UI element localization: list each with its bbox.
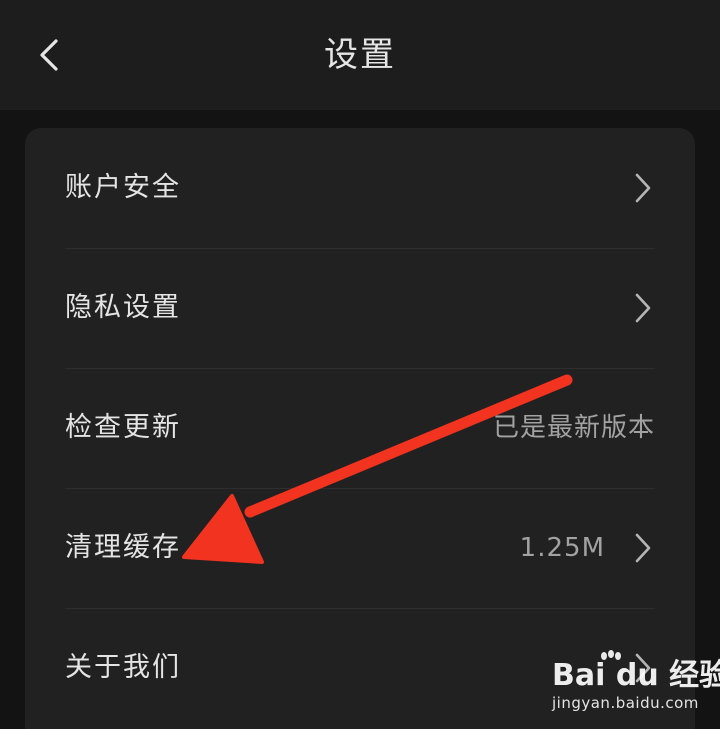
chevron-right-icon xyxy=(635,173,651,203)
chevron-right-icon xyxy=(635,653,651,683)
update-status-text: 已是最新版本 xyxy=(492,413,655,443)
settings-list: 账户安全 隐私设置 检查更新 已是最新版本 清理缓存 1.25M 关于我们 xyxy=(25,128,695,729)
settings-item-check-update[interactable]: 检查更新 已是最新版本 xyxy=(25,368,695,488)
settings-item-privacy[interactable]: 隐私设置 xyxy=(25,248,695,368)
chevron-right-icon xyxy=(635,293,651,323)
settings-screen: 设置 账户安全 隐私设置 检查更新 已是最新版本 清理缓存 1.25M 关于我们… xyxy=(0,0,720,729)
cache-size-text: 1.25M xyxy=(519,533,605,563)
settings-item-label: 隐私设置 xyxy=(65,292,181,323)
top-bar: 设置 xyxy=(0,0,720,110)
settings-item-clear-cache[interactable]: 清理缓存 1.25M xyxy=(25,488,695,608)
settings-item-label: 清理缓存 xyxy=(65,532,181,563)
chevron-right-icon xyxy=(635,533,651,563)
settings-item-label: 账户安全 xyxy=(65,172,181,203)
settings-item-about-us[interactable]: 关于我们 xyxy=(25,608,695,728)
settings-item-account-security[interactable]: 账户安全 xyxy=(25,128,695,248)
settings-item-label: 检查更新 xyxy=(65,412,181,443)
page-title: 设置 xyxy=(324,35,396,75)
settings-item-label: 关于我们 xyxy=(65,652,181,683)
